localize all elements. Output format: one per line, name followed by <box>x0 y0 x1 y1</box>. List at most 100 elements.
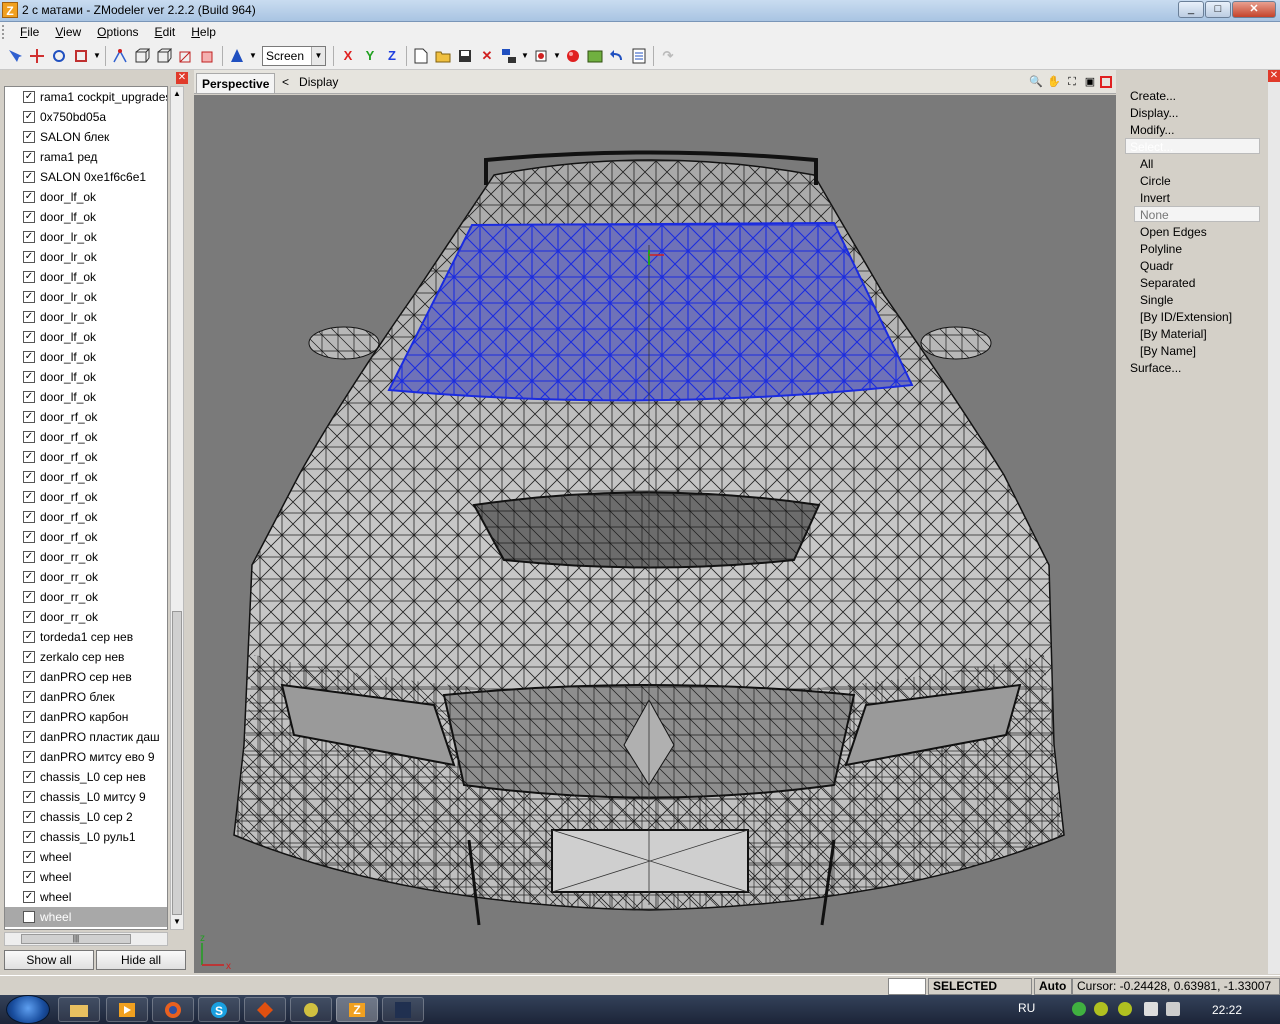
maximize-button[interactable]: □ <box>1205 1 1231 18</box>
close-icon[interactable]: ✕ <box>176 72 188 84</box>
object-list-item[interactable]: ✓ door_lf_ok <box>5 327 167 347</box>
visibility-checkbox[interactable]: ✓ <box>23 511 35 523</box>
visibility-checkbox[interactable]: ✓ <box>23 811 35 823</box>
texture-icon[interactable] <box>585 46 605 66</box>
menu-options[interactable]: Options <box>89 25 146 39</box>
visibility-checkbox[interactable]: ✓ <box>23 691 35 703</box>
scale-tool-icon[interactable] <box>71 46 91 66</box>
firefox-taskbar-icon[interactable] <box>152 997 194 1022</box>
horizontal-scrollbar[interactable]: ||| <box>4 932 168 946</box>
car-wireframe-model[interactable]: z x <box>194 95 1116 973</box>
fit-view-icon[interactable]: ▣ <box>1082 74 1098 90</box>
visibility-checkbox[interactable]: ✓ <box>23 151 35 163</box>
solid-cube-icon[interactable] <box>198 46 218 66</box>
visibility-checkbox[interactable]: ✓ <box>23 231 35 243</box>
select-option[interactable]: Open Edges <box>1140 225 1207 239</box>
object-list-item[interactable]: ✓ door_lf_ok <box>5 367 167 387</box>
objects-list[interactable]: ✓ rama1 cockpit_upgrades ✓ 0x750bd05a ✓ SALON… <box>4 86 168 930</box>
visibility-checkbox[interactable]: ✓ <box>23 751 35 763</box>
language-indicator[interactable]: RU <box>1018 1001 1035 1015</box>
modify-menu[interactable]: Modify... <box>1130 123 1174 137</box>
snap-mode-status[interactable]: Auto <box>1034 978 1072 995</box>
scrollbar-thumb[interactable] <box>172 611 182 915</box>
start-button[interactable] <box>6 995 50 1024</box>
visibility-checkbox[interactable]: ✓ <box>23 191 35 203</box>
skype-taskbar-icon[interactable]: S <box>198 997 240 1022</box>
object-list-item[interactable]: ✓ door_rf_ok <box>5 427 167 447</box>
object-list-item[interactable]: ✓ wheel <box>5 847 167 867</box>
visibility-checkbox[interactable]: ✓ <box>23 491 35 503</box>
object-list-item[interactable]: ✓ door_lf_ok <box>5 187 167 207</box>
cheat-tool-taskbar-icon[interactable] <box>290 997 332 1022</box>
scroll-down-icon[interactable]: ▼ <box>171 915 183 929</box>
tab-perspective[interactable]: Perspective <box>196 73 276 93</box>
menubar-grip[interactable] <box>2 25 8 39</box>
visibility-checkbox[interactable]: ✓ <box>23 391 35 403</box>
object-list-item[interactable]: ✓ door_rf_ok <box>5 467 167 487</box>
visibility-checkbox[interactable]: ✓ <box>23 651 35 663</box>
visibility-checkbox[interactable]: ✓ <box>23 791 35 803</box>
select-option[interactable]: Polyline <box>1140 242 1182 256</box>
visibility-checkbox[interactable]: ✓ <box>23 211 35 223</box>
menu-file[interactable]: File <box>12 25 47 39</box>
object-list-item[interactable]: ✓ door_rr_ok <box>5 547 167 567</box>
dropdown-arrow-icon[interactable]: ▼ <box>521 46 529 66</box>
zoom-extents-icon[interactable]: ⛶ <box>1064 74 1080 90</box>
object-mode-icon[interactable] <box>154 46 174 66</box>
display-menu[interactable]: Display... <box>1130 106 1178 120</box>
select-option[interactable]: All <box>1140 157 1153 171</box>
visibility-checkbox[interactable]: ✓ <box>23 251 35 263</box>
object-list-item[interactable]: ✓ danPRO карбон <box>5 707 167 727</box>
visibility-checkbox[interactable]: ✓ <box>23 451 35 463</box>
visibility-checkbox[interactable]: ✓ <box>23 631 35 643</box>
object-list-item[interactable]: ✓ 0x750bd05a <box>5 107 167 127</box>
delete-icon[interactable]: ✕ <box>477 46 497 66</box>
select-tool-icon[interactable] <box>5 46 25 66</box>
select-option[interactable]: Invert <box>1140 191 1170 205</box>
visibility-checkbox[interactable]: ✓ <box>23 871 35 883</box>
object-list-item[interactable]: ✓ door_lf_ok <box>5 387 167 407</box>
close-icon[interactable]: ✕ <box>1268 70 1280 82</box>
object-list-item[interactable]: ✓ chassis_L0 митсу 9 <box>5 787 167 807</box>
hierarchy-icon[interactable] <box>499 46 519 66</box>
select-option[interactable]: [By Material] <box>1140 327 1207 341</box>
minimize-button[interactable]: _ <box>1178 1 1204 18</box>
visibility-checkbox[interactable]: ✓ <box>23 771 35 783</box>
object-list-item[interactable]: ✓ SALON 0xe1f6c6e1 <box>5 167 167 187</box>
object-list-item[interactable]: ✓ wheel <box>5 887 167 907</box>
media-player-taskbar-icon[interactable] <box>106 997 148 1022</box>
select-option[interactable]: None <box>1140 208 1169 222</box>
menu-view[interactable]: View <box>47 25 89 39</box>
menu-edit[interactable]: Edit <box>147 25 184 39</box>
undo-icon[interactable] <box>607 46 627 66</box>
select-option[interactable]: [By Name] <box>1140 344 1196 358</box>
visibility-checkbox[interactable]: ✓ <box>23 551 35 563</box>
visibility-checkbox[interactable]: ✓ <box>23 171 35 183</box>
visibility-checkbox[interactable]: ✓ <box>23 111 35 123</box>
visibility-checkbox[interactable]: ✓ <box>23 131 35 143</box>
axis-y-button[interactable]: Y <box>360 46 380 66</box>
object-list-item[interactable]: ✓ door_lr_ok <box>5 307 167 327</box>
wireframe-cube-icon[interactable] <box>176 46 196 66</box>
face-mode-icon[interactable] <box>132 46 152 66</box>
3d-viewport[interactable]: z x <box>194 95 1116 973</box>
object-list-item[interactable]: ✓ wheel <box>5 867 167 887</box>
object-list-item[interactable]: ✓ wheel <box>5 907 167 927</box>
visibility-checkbox[interactable]: ✓ <box>23 431 35 443</box>
visibility-checkbox[interactable]: ✓ <box>23 671 35 683</box>
object-list-item[interactable]: ✓ door_lr_ok <box>5 227 167 247</box>
object-list-item[interactable]: ✓ door_lf_ok <box>5 267 167 287</box>
object-list-item[interactable]: ✓ door_lr_ok <box>5 287 167 307</box>
scroll-up-icon[interactable]: ▲ <box>171 87 183 101</box>
object-list-item[interactable]: ✓ rama1 cockpit_upgrades <box>5 87 167 107</box>
object-list-item[interactable]: ✓ door_rr_ok <box>5 567 167 587</box>
object-list-item[interactable]: ✓ danPRO блек <box>5 687 167 707</box>
maximize-viewport-icon[interactable] <box>1100 76 1112 88</box>
visibility-checkbox[interactable]: ✓ <box>23 371 35 383</box>
visibility-checkbox[interactable]: ✓ <box>23 331 35 343</box>
select-menu[interactable]: Select... <box>1130 140 1173 154</box>
tray-app-icon[interactable] <box>1118 1002 1132 1016</box>
network-icon[interactable] <box>1144 1002 1158 1016</box>
object-list-item[interactable]: ✓ door_lf_ok <box>5 347 167 367</box>
redo-icon[interactable]: ↷ <box>658 46 678 66</box>
